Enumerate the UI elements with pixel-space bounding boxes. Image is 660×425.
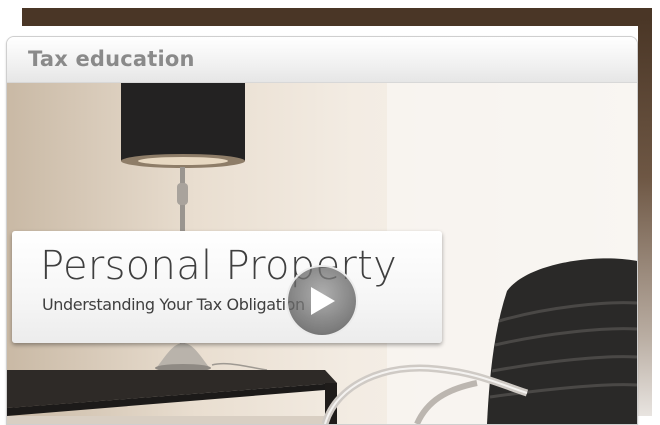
tax-education-panel: Tax education Personal Property Understa… — [6, 36, 638, 425]
top-accent-bar — [22, 8, 652, 26]
panel-title: Tax education — [28, 47, 195, 71]
panel-header: Tax education — [7, 37, 637, 83]
video-title-card: Personal Property Understanding Your Tax… — [12, 231, 442, 343]
video-subtitle: Understanding Your Tax Obligation — [42, 295, 305, 314]
right-edge-shadow — [638, 18, 652, 416]
video-player[interactable]: Personal Property Understanding Your Tax… — [7, 83, 637, 424]
play-button[interactable] — [286, 265, 358, 337]
play-icon — [311, 287, 335, 315]
